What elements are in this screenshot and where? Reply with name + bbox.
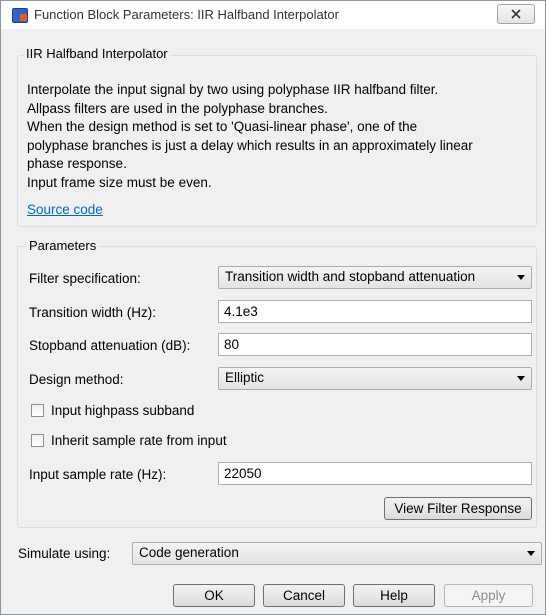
design-method-value: Elliptic <box>225 370 265 385</box>
block-group-title: IIR Halfband Interpolator <box>24 46 170 61</box>
close-icon <box>511 9 521 19</box>
sample-rate-label: Input sample rate (Hz): <box>29 467 167 482</box>
stopband-attenuation-label: Stopband attenuation (dB): <box>29 338 191 353</box>
description-line: Input frame size must be even. <box>27 174 212 190</box>
chevron-down-icon <box>527 551 535 556</box>
simulink-block-icon <box>12 8 28 23</box>
design-method-label: Design method: <box>29 372 124 387</box>
inherit-sample-rate-checkbox[interactable] <box>31 434 44 447</box>
highpass-subband-label: Input highpass subband <box>51 403 195 418</box>
description-line: Allpass filters are used in the polyphas… <box>27 100 328 116</box>
transition-width-label: Transition width (Hz): <box>29 305 157 320</box>
highpass-subband-checkbox[interactable] <box>31 404 44 417</box>
simulate-using-label: Simulate using: <box>18 546 111 561</box>
parameters-group-title: Parameters <box>27 238 99 253</box>
filter-spec-value: Transition width and stopband attenuatio… <box>225 269 476 284</box>
inherit-sample-rate-label: Inherit sample rate from input <box>51 433 227 448</box>
design-method-dropdown[interactable]: Elliptic <box>218 367 532 390</box>
transition-width-field[interactable]: 4.1e3 <box>218 300 532 323</box>
chevron-down-icon <box>517 376 525 381</box>
title-bar: Function Block Parameters: IIR Halfband … <box>1 1 545 29</box>
sample-rate-field[interactable]: 22050 <box>218 462 532 485</box>
block-description: Interpolate the input signal by two usin… <box>27 81 537 192</box>
ok-button[interactable]: OK <box>173 584 255 607</box>
simulate-using-dropdown[interactable]: Code generation <box>132 542 542 565</box>
view-filter-response-button[interactable]: View Filter Response <box>384 497 532 520</box>
description-line: Interpolate the input signal by two usin… <box>27 82 439 97</box>
stopband-attenuation-field[interactable]: 80 <box>218 333 532 356</box>
description-line: polyphase branches is just a delay which… <box>27 137 473 153</box>
filter-spec-dropdown[interactable]: Transition width and stopband attenuatio… <box>218 266 532 289</box>
filter-spec-label: Filter specification: <box>29 271 141 286</box>
source-code-link[interactable]: Source code <box>27 202 103 217</box>
description-line: When the design method is set to 'Quasi-… <box>27 119 418 134</box>
chevron-down-icon <box>517 275 525 280</box>
dialog-window: Function Block Parameters: IIR Halfband … <box>0 0 546 615</box>
window-title: Function Block Parameters: IIR Halfband … <box>34 7 339 22</box>
simulate-using-value: Code generation <box>139 545 239 560</box>
apply-button[interactable]: Apply <box>444 584 533 607</box>
description-line: phase response. <box>27 156 127 171</box>
close-button[interactable] <box>497 4 535 24</box>
cancel-button[interactable]: Cancel <box>263 584 345 607</box>
help-button[interactable]: Help <box>353 584 435 607</box>
